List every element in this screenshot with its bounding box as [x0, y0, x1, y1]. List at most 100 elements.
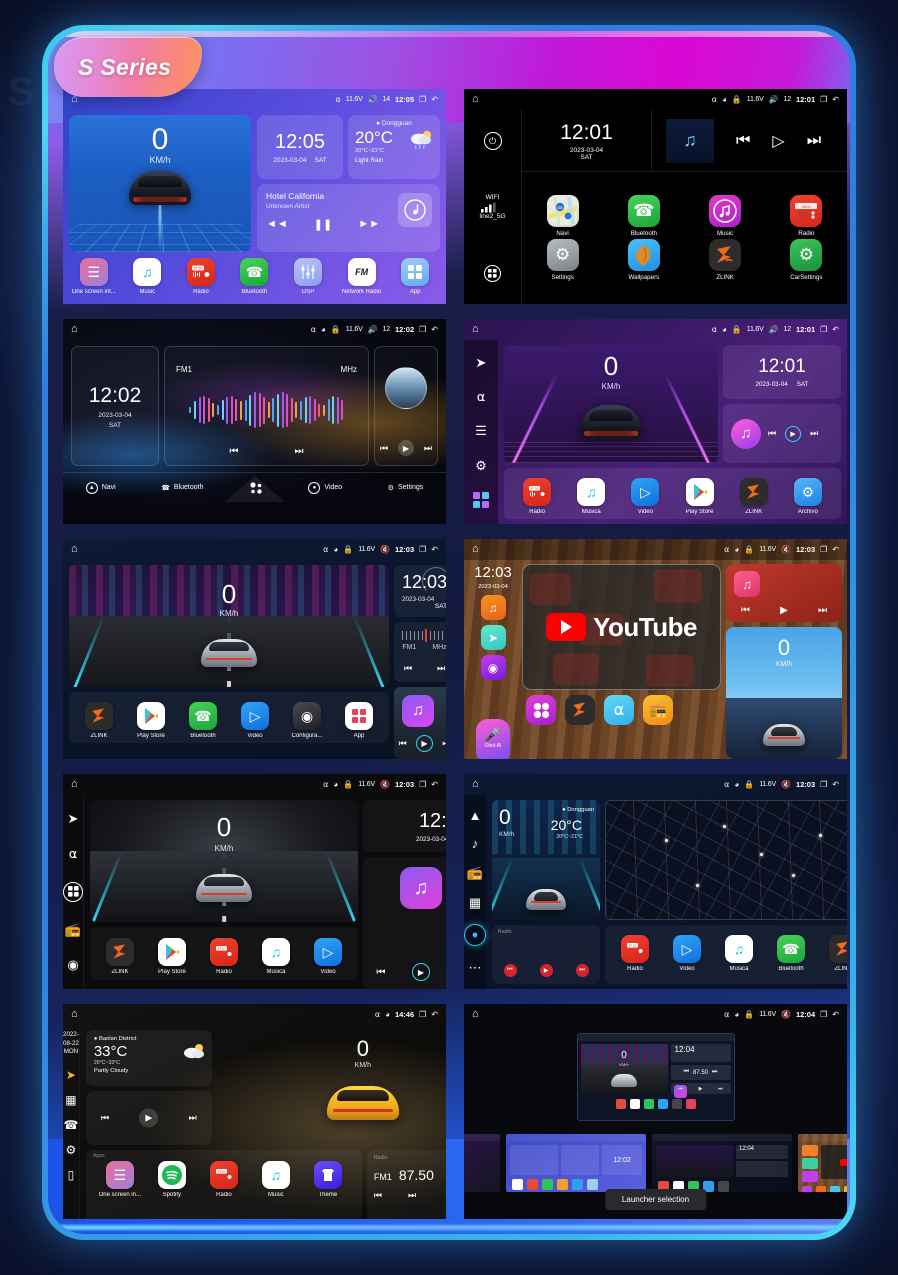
next-button[interactable]: ⏭ — [189, 1113, 197, 1124]
dock-item[interactable]: App — [333, 702, 385, 739]
music-widget[interactable]: ♫ ⏮ ▶ ⏭ — [723, 404, 841, 463]
recents-icon[interactable]: ❐ — [820, 545, 827, 554]
clock-widget[interactable]: 12:05 2023-03-04 SAT — [257, 115, 343, 179]
spotify-icon[interactable] — [157, 1161, 186, 1189]
apps-grid-icon[interactable] — [526, 695, 556, 725]
music-note-icon[interactable]: ♪ — [472, 836, 479, 851]
video-icon[interactable]: ▷ — [314, 938, 342, 966]
music-note-icon[interactable] — [709, 195, 742, 227]
navigation-icon[interactable]: ➤ — [476, 355, 487, 371]
recents-icon[interactable]: ❐ — [820, 1010, 827, 1019]
recents-icon[interactable]: ❐ — [820, 95, 827, 104]
dock-item[interactable]: ♫ Música — [565, 478, 617, 515]
music-note-icon[interactable]: ♫ — [261, 1161, 290, 1189]
apps-grid-icon[interactable] — [472, 491, 490, 509]
radio-icon[interactable]: 87.50 — [621, 935, 649, 963]
speed-widget[interactable]: 0 KM/h — [90, 800, 358, 922]
bluetooth-icon[interactable]: ⍺ — [477, 389, 486, 405]
fm-icon[interactable]: FM — [347, 258, 376, 286]
home-icon[interactable]: ⌂ — [472, 1009, 479, 1020]
wallpaper-icon[interactable] — [627, 239, 660, 271]
home-icon[interactable]: ⌂ — [472, 324, 479, 335]
dock-item[interactable]: ☰ One screen int... — [68, 258, 120, 295]
apps-grid-icon[interactable] — [63, 881, 83, 902]
next-button[interactable]: ⏭ — [810, 428, 818, 439]
clock-widget[interactable]: 12:01 2023-03-04 SAT — [723, 345, 841, 399]
play-button[interactable]: ▶ — [785, 425, 802, 442]
camera-icon[interactable]: ◉ — [67, 957, 78, 973]
back-icon[interactable]: ↶ — [832, 95, 839, 104]
tuner-scale[interactable] — [402, 629, 446, 642]
next-button[interactable]: ⏭ — [437, 663, 445, 674]
weather-widget[interactable]: ● Baolan District 33°C 26°C~33°C Partly … — [85, 1030, 212, 1086]
panel-launcher-selection[interactable]: ⌂ ⍺ ◕ 🔒 11.6V 🔇 12:04 ❐ ↶ 0 KM/h 12:04 ⏮… — [464, 1004, 847, 1219]
dock-item[interactable]: ♫ Música — [713, 935, 765, 972]
tab-settings[interactable]: ⚙ Settings — [388, 484, 424, 492]
dock-item[interactable]: ZLINK — [73, 702, 125, 739]
dock-item[interactable]: 87.50 Radio — [175, 258, 227, 295]
next-button[interactable]: ⏭ — [408, 1190, 416, 1201]
dock-item[interactable]: ZLINK — [817, 935, 847, 972]
dock-item[interactable]: 87.50 Radio — [198, 938, 250, 975]
play-button[interactable]: ▶ — [780, 605, 788, 616]
zlink-icon[interactable] — [106, 938, 134, 966]
dock-item[interactable]: ☰ One screen in... — [94, 1161, 146, 1198]
dock-item[interactable]: Play Store — [146, 938, 198, 975]
home-icon[interactable]: ⌂ — [472, 779, 479, 790]
clock-widget[interactable]: 12:02 2023-03-04 SAT — [71, 346, 159, 466]
bluetooth-phone-icon[interactable]: ☎ — [240, 258, 269, 286]
music-widget[interactable]: Hotel California Unknown Artist ◄◄ ❚❚ ►► — [257, 184, 440, 252]
panel-city-night[interactable]: ⌂ ⍺ ◕ 🔒 11.6V 🔇 12:03 ❐ ↶ 0 KM/h ZLINK P… — [63, 539, 446, 759]
tab-navi[interactable]: ▲ Navi — [85, 481, 116, 494]
tab-bluetooth[interactable]: ☎ Bluetooth — [161, 484, 203, 492]
panel-black-tiles[interactable]: ⌂ ⍺ ◕ 🔒 11.6V 🔊 12 12:01 ❐ ↶ ⏻ WIFI line… — [464, 89, 847, 304]
gear-icon[interactable]: ⚙ — [546, 239, 579, 271]
dock-item[interactable]: ▷ Video — [229, 702, 281, 739]
speed-weather-widget[interactable]: 0 KM/h ● Dongguan 20°C 20°C~21°C — [492, 800, 600, 920]
equalizer-icon[interactable] — [294, 258, 323, 286]
prev-button[interactable]: ⏮ — [741, 605, 750, 616]
folder-icon[interactable]: ⚙ — [793, 478, 822, 506]
apps-grid-icon[interactable]: ▦ — [65, 1093, 76, 1107]
next-button[interactable]: ⏭ — [294, 446, 303, 457]
play-store-icon[interactable] — [158, 938, 186, 966]
bluetooth-phone-icon[interactable]: ☎ — [189, 702, 217, 730]
home-icon[interactable]: ⌂ — [71, 779, 78, 790]
dock-item[interactable]: ▷ Video — [619, 478, 671, 515]
recents-icon[interactable]: ❐ — [419, 1010, 426, 1019]
next-button[interactable]: ⏭ — [807, 132, 821, 150]
speed-widget[interactable]: 0 KM/h — [726, 627, 842, 759]
launcher-thumbnail[interactable] — [464, 1134, 500, 1192]
dock-item[interactable]: ⚙ Archivo — [782, 478, 834, 515]
navigation-icon[interactable]: ➤ — [68, 811, 79, 827]
panel-wood-youtube[interactable]: ⌂ ⍺ ◕ 🔒 11.6V 🔇 12:03 ❐ ↶ 12:03 2023-03-… — [464, 539, 847, 759]
dock-item[interactable]: ☎ Bluetooth — [765, 935, 817, 972]
dock-item[interactable]: ▷ Video — [661, 935, 713, 972]
clock-widget[interactable]: 12:03 2023-03-04 SAT — [394, 565, 446, 617]
more-icon[interactable]: ⋯ — [469, 960, 482, 976]
next-button[interactable]: ⏭ — [442, 738, 446, 749]
dock-item[interactable]: ☎ Bluetooth — [177, 702, 229, 739]
speed-widget[interactable]: 0 KM/h — [69, 565, 389, 687]
navigation-icon[interactable]: ▲ — [469, 808, 482, 823]
prev-button[interactable]: ⏮ — [503, 964, 517, 977]
launcher-thumbnail[interactable]: YouTube — [798, 1134, 847, 1192]
home-icon[interactable]: ⌂ — [472, 94, 479, 105]
gear-icon[interactable]: ◉ — [293, 702, 321, 730]
back-icon[interactable]: ↶ — [832, 545, 839, 554]
speed-widget[interactable]: 0 KM/h — [504, 345, 718, 463]
prev-button[interactable]: ⏮ — [768, 428, 776, 439]
theme-icon[interactable] — [313, 1161, 342, 1189]
radio-icon[interactable]: 📻 — [643, 695, 673, 725]
layers-icon[interactable]: ☰ — [105, 1161, 134, 1189]
play-button[interactable]: ▶ — [411, 963, 430, 981]
speed-widget[interactable]: 0 KM/h — [217, 1030, 446, 1145]
back-icon[interactable]: ↶ — [431, 545, 438, 554]
dock-item[interactable]: FM Network Radio — [336, 258, 388, 295]
apps-grid-icon[interactable]: ▦ — [469, 895, 481, 911]
tile-radio[interactable]: 108.00 Radio — [766, 195, 847, 237]
music-note-icon[interactable]: ♫ — [480, 595, 506, 620]
dock-item[interactable]: 87.50 Radio — [198, 1161, 250, 1198]
launcher-thumbnail-strip[interactable]: 12:02 12:04 YouTube — [464, 1133, 847, 1193]
tile-carsettings[interactable]: ⚙ CarSettings — [766, 239, 847, 281]
